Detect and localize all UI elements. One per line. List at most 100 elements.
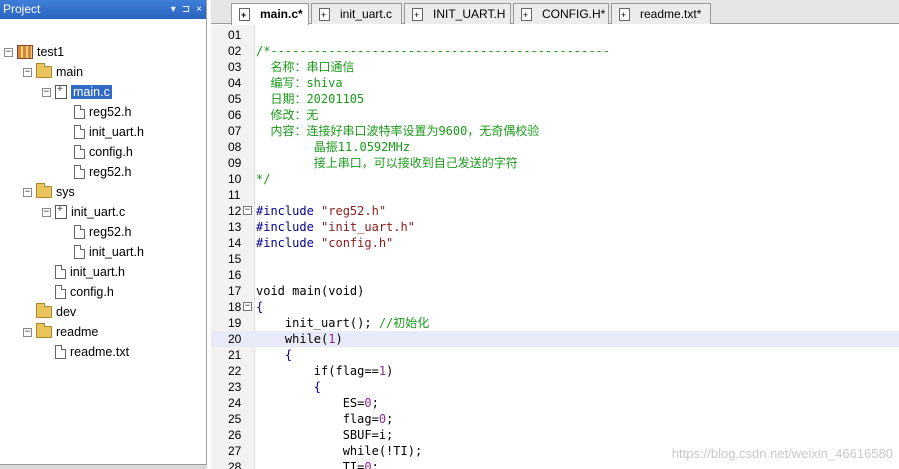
code-text: ES=0; xyxy=(256,395,379,411)
tree-node-hfile[interactable]: readme.txt xyxy=(42,342,129,362)
code-token: SBUF=i; xyxy=(256,428,394,442)
tree-node-hfile[interactable]: config.h xyxy=(42,282,114,302)
code-token: ) xyxy=(386,364,394,378)
file-icon xyxy=(74,145,85,159)
code-line[interactable]: 08 晶振11.0592MHz xyxy=(211,139,899,155)
code-line[interactable]: 28 TI=0; xyxy=(211,459,899,469)
line-number: 01 xyxy=(228,28,242,42)
editor-tab[interactable]: readme.txt* xyxy=(611,3,711,25)
tree-node-hfile[interactable]: reg52.h xyxy=(61,162,131,182)
code-line[interactable]: 16 xyxy=(211,267,899,283)
tab-label: main.c* xyxy=(260,7,303,21)
code-line[interactable]: 04 编写：shiva xyxy=(211,75,899,91)
tree-node-cfile[interactable]: − init_uart.c xyxy=(42,202,125,222)
code-token: ; xyxy=(386,412,394,426)
code-line[interactable]: 15 xyxy=(211,251,899,267)
tree-node-cfile[interactable]: − main.c xyxy=(42,82,112,102)
collapse-toggle-icon[interactable]: − xyxy=(42,87,51,97)
tree-node-label: init_uart.h xyxy=(89,245,144,259)
project-panel: Project ▾ ⊐ × −test1−main−main.creg52.hi… xyxy=(0,0,207,469)
collapse-toggle-icon[interactable]: − xyxy=(23,327,32,337)
line-number: 13 xyxy=(228,220,242,234)
tree-node-folder[interactable]: − readme xyxy=(23,322,98,342)
tree-node-hfile[interactable]: reg52.h xyxy=(61,102,131,122)
project-panel-title: Project xyxy=(3,2,41,16)
file-icon xyxy=(319,6,330,25)
editor-tab[interactable]: main.c* xyxy=(231,3,309,25)
code-token: 日期：20201105 xyxy=(256,92,365,106)
code-line[interactable]: 22 if(flag==1) xyxy=(211,363,899,379)
code-token: 0 xyxy=(378,412,387,426)
code-line[interactable]: 03 名称：串口通信 xyxy=(211,59,899,75)
tree-node-hfile[interactable]: reg52.h xyxy=(61,222,131,242)
code-token: 1 xyxy=(378,364,387,378)
code-text: flag=0; xyxy=(256,411,394,427)
code-line[interactable]: 18−{ xyxy=(211,299,899,315)
panel-pin-icon[interactable]: ⊐ xyxy=(182,0,190,19)
tab-label: INIT_UART.H xyxy=(433,6,506,21)
code-text: TI=0; xyxy=(256,459,379,469)
editor-tab[interactable]: INIT_UART.H xyxy=(404,3,511,25)
code-line[interactable]: 24 ES=0; xyxy=(211,395,899,411)
code-text: { xyxy=(256,379,321,395)
tree-node-folder[interactable]: − main xyxy=(23,62,83,82)
code-token: while( xyxy=(256,332,329,346)
code-token: ) xyxy=(335,332,343,346)
line-number: 04 xyxy=(228,76,242,90)
code-line[interactable]: 12− #include "reg52.h" xyxy=(211,203,899,219)
code-text: 接上串口，可以接收到自己发送的字符 xyxy=(256,155,518,171)
tree-node-hfile[interactable]: init_uart.h xyxy=(61,122,144,142)
tree-node-hfile[interactable]: init_uart.h xyxy=(61,242,144,262)
code-line[interactable]: 20 while(1) xyxy=(211,331,899,347)
tree-node-hfile[interactable]: config.h xyxy=(61,142,133,162)
code-line[interactable]: 06 修改：无 xyxy=(211,107,899,123)
editor-tab[interactable]: init_uart.c xyxy=(311,3,402,25)
code-line[interactable]: 25 flag=0; xyxy=(211,411,899,427)
folder-icon xyxy=(36,183,52,198)
uvision-ide: Project ▾ ⊐ × −test1−main−main.creg52.hi… xyxy=(0,0,899,469)
editor-tab[interactable]: CONFIG.H* xyxy=(513,3,609,25)
code-line[interactable]: 09 接上串口，可以接收到自己发送的字符 xyxy=(211,155,899,171)
collapse-toggle-icon[interactable]: − xyxy=(23,67,32,77)
code-line[interactable]: 13 #include "init_uart.h" xyxy=(211,219,899,235)
code-line[interactable]: 27 while(!TI); xyxy=(211,443,899,459)
code-line[interactable]: 11 xyxy=(211,187,899,203)
code-token: flag= xyxy=(256,412,379,426)
line-number: 05 xyxy=(228,92,242,106)
panel-menu-icon[interactable]: ▾ xyxy=(171,0,176,19)
code-line[interactable]: 21 { xyxy=(211,347,899,363)
code-line[interactable]: 17 void main(void) xyxy=(211,283,899,299)
code-line[interactable]: 10 */ xyxy=(211,171,899,187)
file-c-icon xyxy=(55,84,67,99)
line-number: 09 xyxy=(228,156,242,170)
file-icon xyxy=(619,6,630,25)
collapse-toggle-icon[interactable]: − xyxy=(42,207,51,217)
folder-icon xyxy=(36,323,52,338)
tree-node-label: dev xyxy=(56,305,77,319)
file-icon xyxy=(74,225,85,239)
code-line[interactable]: 02 /*------------------------------------… xyxy=(211,43,899,59)
file-c-icon xyxy=(55,204,67,219)
code-editor[interactable]: https://blog.csdn.net/weixin_46616580 01… xyxy=(211,25,899,469)
panel-bottom-tabs[interactable] xyxy=(0,464,207,469)
code-line[interactable]: 07 内容：连接好串口波特率设置为9600，无奇偶校验 xyxy=(211,123,899,139)
tree-node-folder[interactable]: − sys xyxy=(23,182,75,202)
code-text: while(!TI); xyxy=(256,443,422,459)
code-text: /*--------------------------------------… xyxy=(256,43,610,59)
tree-node-folder[interactable]: dev xyxy=(23,302,76,322)
code-line[interactable]: 01 xyxy=(211,27,899,43)
code-line[interactable]: 19 init_uart(); //初始化 xyxy=(211,315,899,331)
tree-node-project[interactable]: − test1 xyxy=(4,42,64,62)
code-token: 内容：连接好串口波特率设置为9600，无奇偶校验 xyxy=(256,124,540,138)
collapse-toggle-icon[interactable]: − xyxy=(23,187,32,197)
code-line[interactable]: 23 { xyxy=(211,379,899,395)
tree-node-hfile[interactable]: init_uart.h xyxy=(42,262,125,282)
fold-toggle-icon[interactable]: − xyxy=(243,302,252,311)
collapse-toggle-icon[interactable]: − xyxy=(4,47,13,57)
code-line[interactable]: 05 日期：20201105 xyxy=(211,91,899,107)
code-line[interactable]: 26 SBUF=i; xyxy=(211,427,899,443)
panel-close-icon[interactable]: × xyxy=(196,0,202,19)
fold-toggle-icon[interactable]: − xyxy=(243,206,252,215)
code-token: 0 xyxy=(364,396,372,410)
code-line[interactable]: 14 #include "config.h" xyxy=(211,235,899,251)
